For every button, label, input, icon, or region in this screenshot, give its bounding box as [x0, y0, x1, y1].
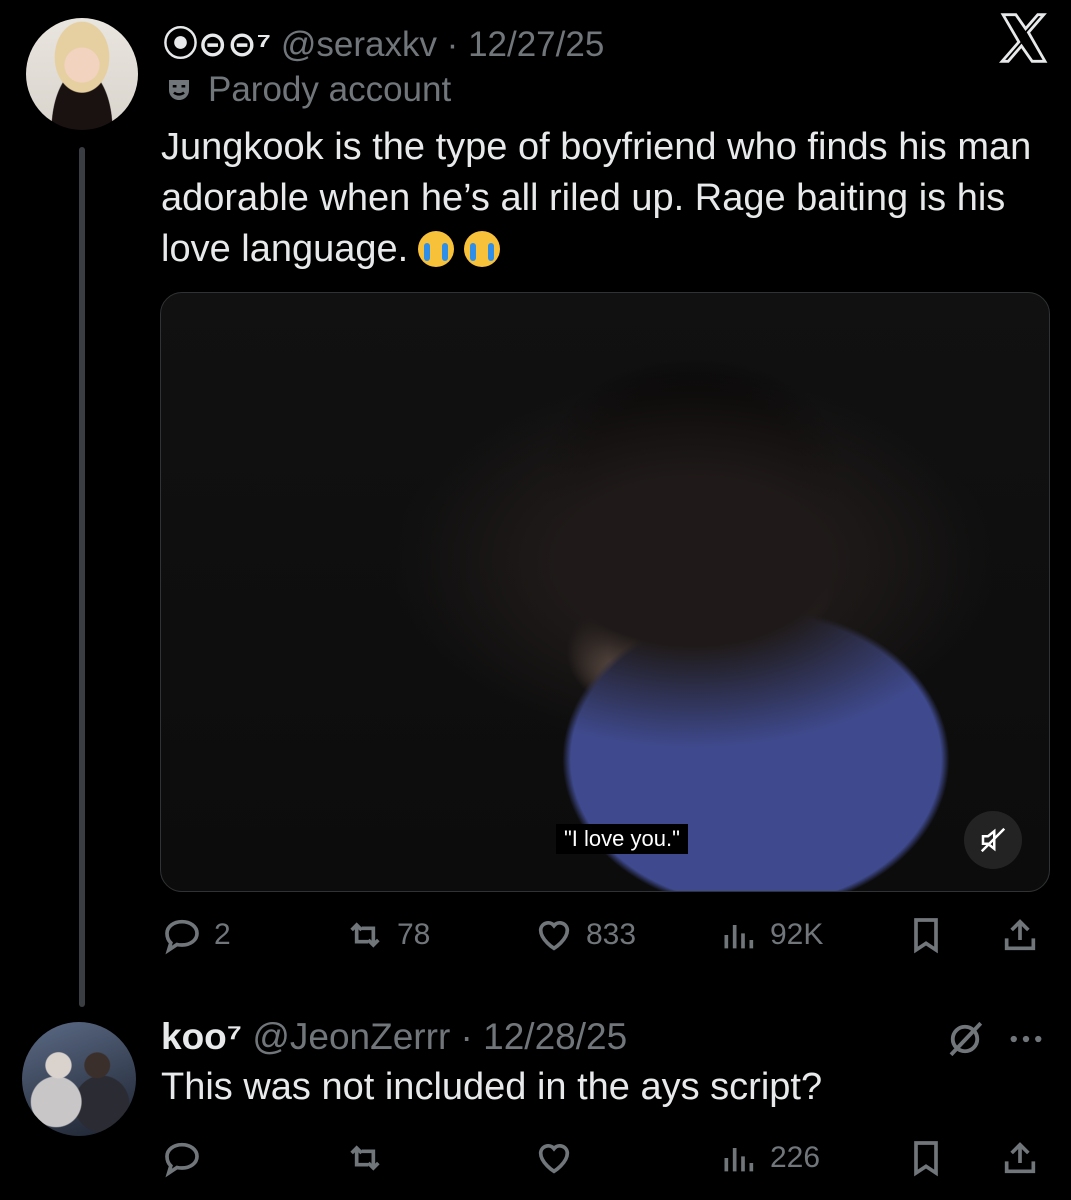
grok-button[interactable]: [944, 1018, 986, 1065]
mute-button[interactable]: [964, 811, 1022, 869]
reply-bookmark-button[interactable]: [906, 1138, 946, 1178]
repost-count: 78: [397, 918, 431, 951]
bookmark-icon: [914, 918, 938, 954]
reply-icon: [165, 919, 199, 955]
video-caption: "I love you.": [556, 824, 688, 854]
x-logo-icon: [998, 13, 1048, 63]
tweet-text: Jungkook is the type of boyfriend who fi…: [161, 126, 1032, 270]
reply-like-button[interactable]: [534, 1138, 574, 1178]
reply-button[interactable]: 2: [162, 915, 231, 955]
repost-button[interactable]: 78: [345, 915, 430, 955]
bookmark-button[interactable]: [906, 915, 946, 955]
more-button[interactable]: [1005, 1018, 1047, 1065]
reply-views-count: 226: [770, 1141, 821, 1174]
avatar[interactable]: [22, 1022, 136, 1136]
reply-repost-button[interactable]: [345, 1138, 385, 1178]
reply-icon: [165, 1142, 199, 1178]
share-button[interactable]: [1000, 915, 1040, 955]
views-icon: [724, 1148, 754, 1172]
display-name[interactable]: ⦿⊝⊝⁷: [163, 25, 271, 64]
avatar[interactable]: [26, 18, 138, 130]
views-icon: [724, 925, 754, 949]
like-button[interactable]: 833: [534, 915, 636, 955]
tweet-date[interactable]: 12/27/25: [468, 25, 604, 64]
repost-icon: [350, 922, 380, 948]
reply-handle[interactable]: @JeonZerrr: [252, 1016, 450, 1057]
thread-line: [79, 147, 85, 1007]
reply-share-button[interactable]: [1000, 1138, 1040, 1178]
like-icon: [538, 1144, 570, 1174]
reply-views-button[interactable]: 226: [718, 1138, 820, 1178]
crying-emoji: [418, 231, 455, 267]
handle[interactable]: @seraxkv: [281, 25, 437, 64]
parody-mask-icon: [169, 80, 189, 100]
bookmark-icon: [914, 1141, 938, 1177]
reply-header: koo⁷ @JeonZerrr · 12/28/25: [161, 1016, 628, 1057]
share-icon: [1004, 1142, 1036, 1174]
views-button[interactable]: 92K: [718, 915, 823, 955]
reply-count: 2: [214, 918, 231, 951]
video-media[interactable]: "I love you.": [160, 292, 1050, 892]
crying-emoji: [464, 231, 501, 267]
reply-display-name[interactable]: koo⁷: [161, 1016, 242, 1057]
mute-icon: [980, 827, 1006, 853]
reply-reply-button[interactable]: [162, 1138, 202, 1178]
like-count: 833: [586, 918, 637, 951]
like-icon: [538, 921, 570, 951]
more-icon: [1010, 1035, 1042, 1043]
parody-label: Parody account: [164, 70, 451, 110]
grok-icon: [949, 1021, 983, 1057]
reply-date[interactable]: 12/28/25: [483, 1016, 627, 1057]
repost-icon: [350, 1145, 380, 1171]
share-icon: [1004, 919, 1036, 951]
views-count: 92K: [770, 918, 824, 951]
tweet-header: ⦿⊝⊝⁷ @seraxkv · 12/27/25: [163, 25, 605, 64]
reply-text: This was not included in the ays script?: [161, 1066, 823, 1108]
